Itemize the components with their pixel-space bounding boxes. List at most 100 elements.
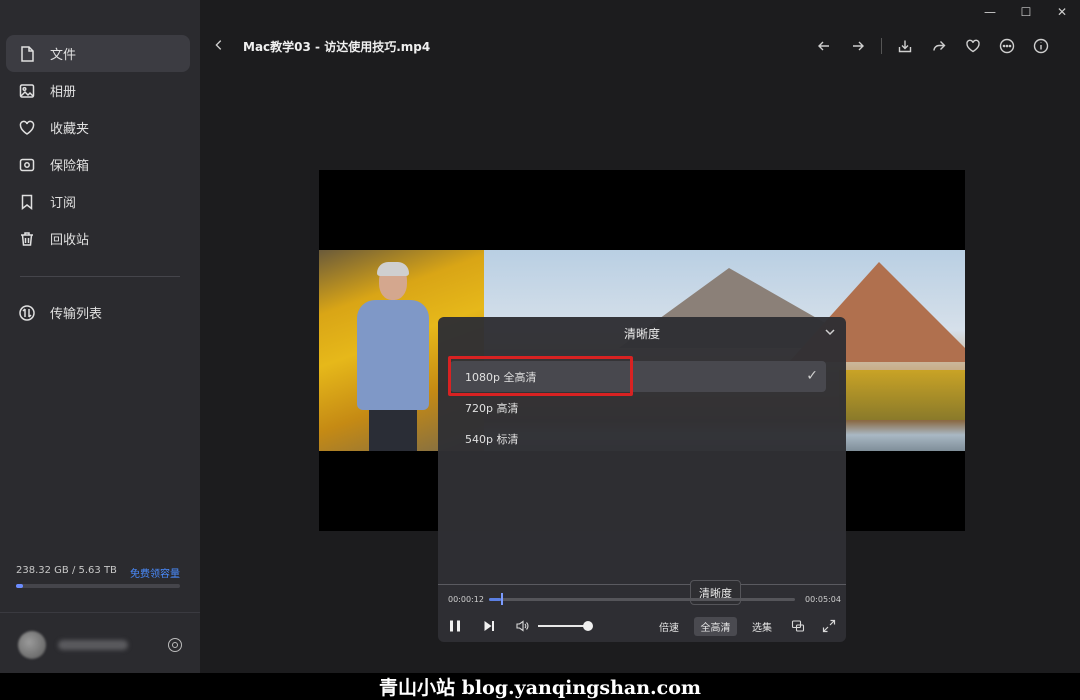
progress-handle[interactable] bbox=[501, 593, 503, 605]
panel-separator bbox=[438, 584, 846, 585]
volume-handle[interactable] bbox=[583, 621, 593, 631]
progress-bar[interactable] bbox=[489, 598, 795, 601]
speed-button[interactable]: 倍速 bbox=[655, 617, 683, 636]
username-blurred bbox=[58, 640, 128, 650]
skip-next-icon bbox=[484, 621, 494, 631]
trash-icon bbox=[18, 230, 36, 248]
favorite-button[interactable] bbox=[956, 35, 990, 57]
fullscreen-button[interactable] bbox=[821, 618, 837, 634]
sidebar-divider bbox=[20, 276, 180, 277]
storage-info: 238.32 GB / 5.63 TB 免费领容量 bbox=[16, 565, 180, 580]
total-time: 00:05:04 bbox=[805, 595, 841, 604]
presenter-hair bbox=[377, 262, 409, 276]
video-presenter bbox=[347, 262, 437, 451]
volume-button[interactable] bbox=[514, 618, 530, 634]
sidebar-item-trash[interactable]: 回收站 bbox=[6, 220, 190, 257]
sidebar-item-label: 文件 bbox=[50, 48, 77, 63]
episodes-button[interactable]: 选集 bbox=[748, 617, 776, 636]
volume-icon bbox=[516, 620, 529, 632]
upgrade-storage-link[interactable]: 免费领容量 bbox=[130, 565, 180, 580]
sidebar-item-files[interactable]: 文件 bbox=[6, 35, 190, 72]
maximize-button[interactable]: ☐ bbox=[1008, 0, 1044, 24]
bookmark-icon bbox=[18, 193, 36, 211]
sidebar-item-album[interactable]: 相册 bbox=[6, 72, 190, 109]
watermark-caption: 青山小站 blog.yanqingshan.com bbox=[0, 673, 1080, 700]
sidebar-item-transfer-list[interactable]: 传输列表 bbox=[6, 294, 190, 331]
check-icon: ✓ bbox=[806, 368, 818, 384]
quality-option-1080p[interactable]: 1080p 全高清 ✓ bbox=[450, 361, 826, 392]
collapse-panel-button[interactable] bbox=[824, 326, 836, 338]
sidebar-separator bbox=[0, 612, 200, 613]
pause-icon bbox=[450, 620, 460, 632]
download-button[interactable] bbox=[888, 35, 922, 57]
download-icon bbox=[898, 40, 912, 53]
info-icon bbox=[1033, 38, 1049, 54]
arrow-right-icon bbox=[853, 41, 864, 51]
settings-icon[interactable] bbox=[168, 638, 182, 652]
image-icon bbox=[18, 82, 36, 100]
current-time: 00:00:12 bbox=[448, 595, 484, 604]
quality-options: 1080p 全高清 ✓ 720p 高清 540p 标清 bbox=[450, 361, 826, 454]
chevron-down-icon bbox=[825, 329, 835, 336]
quality-option-label: 540p 标清 bbox=[465, 432, 519, 446]
share-button[interactable] bbox=[922, 35, 956, 57]
next-video-button[interactable] bbox=[481, 618, 497, 634]
info-button[interactable] bbox=[1024, 35, 1058, 57]
picture-in-picture-button[interactable] bbox=[790, 618, 806, 634]
quality-option-720p[interactable]: 720p 高清 bbox=[450, 392, 826, 423]
back-button[interactable] bbox=[212, 37, 228, 56]
pause-button[interactable] bbox=[447, 618, 463, 634]
sidebar-item-label: 相册 bbox=[50, 85, 77, 100]
quality-button[interactable]: 全高清 bbox=[694, 617, 737, 636]
fullscreen-icon bbox=[822, 619, 836, 633]
storage-bar-fill bbox=[16, 584, 23, 588]
sidebar-item-label: 回收站 bbox=[50, 233, 90, 248]
next-button[interactable] bbox=[841, 35, 875, 57]
video-trees bbox=[839, 370, 965, 420]
more-button[interactable] bbox=[990, 35, 1024, 57]
quality-panel: 清晰度 1080p 全高清 ✓ 720p 高清 540p 标清 bbox=[438, 317, 846, 642]
file-icon bbox=[18, 45, 36, 63]
quality-tooltip: 清晰度 bbox=[690, 580, 741, 605]
window-controls: — ☐ ✕ bbox=[972, 0, 1080, 24]
minimize-button[interactable]: — bbox=[972, 0, 1008, 24]
close-button[interactable]: ✕ bbox=[1044, 0, 1080, 24]
sidebar-item-label: 订阅 bbox=[50, 196, 77, 211]
safe-icon bbox=[18, 156, 36, 174]
pip-icon bbox=[791, 620, 805, 632]
chevron-left-icon bbox=[215, 39, 222, 50]
sidebar-item-label: 收藏夹 bbox=[50, 122, 90, 137]
more-icon bbox=[999, 38, 1015, 54]
sidebar-transfer: 传输列表 bbox=[6, 294, 190, 331]
transfer-icon bbox=[18, 304, 36, 322]
quality-option-label: 1080p 全高清 bbox=[465, 370, 537, 384]
sidebar: 文件 相册 收藏夹 保险箱 订阅 回收站 传输列表 238.32 GB / 5.… bbox=[0, 0, 200, 673]
storage-used: 238.32 GB / 5.63 TB bbox=[16, 565, 117, 576]
storage-bar bbox=[16, 584, 180, 588]
quality-option-540p[interactable]: 540p 标清 bbox=[450, 423, 826, 454]
avatar[interactable] bbox=[18, 631, 46, 659]
quality-panel-header: 清晰度 bbox=[438, 317, 846, 349]
sidebar-nav: 文件 相册 收藏夹 保险箱 订阅 回收站 bbox=[6, 35, 190, 257]
previous-button[interactable] bbox=[807, 35, 841, 57]
heart-icon bbox=[966, 39, 980, 53]
sidebar-item-label: 保险箱 bbox=[50, 159, 90, 174]
header-actions bbox=[807, 35, 1058, 57]
quality-option-label: 720p 高清 bbox=[465, 401, 519, 415]
actions-separator bbox=[881, 38, 882, 54]
file-title: Mac教学03 - 访达使用技巧.mp4 bbox=[243, 39, 431, 54]
app-window: 文件 相册 收藏夹 保险箱 订阅 回收站 传输列表 238.32 GB / 5.… bbox=[0, 0, 1080, 700]
quality-panel-title: 清晰度 bbox=[623, 326, 660, 341]
arrow-left-icon bbox=[818, 41, 829, 51]
sidebar-item-favorites[interactable]: 收藏夹 bbox=[6, 109, 190, 146]
share-icon bbox=[933, 41, 946, 51]
sidebar-item-safe[interactable]: 保险箱 bbox=[6, 146, 190, 183]
sidebar-item-subscriptions[interactable]: 订阅 bbox=[6, 183, 190, 220]
header-bar: Mac教学03 - 访达使用技巧.mp4 bbox=[200, 24, 1080, 68]
user-profile[interactable] bbox=[18, 628, 182, 662]
presenter-body bbox=[357, 300, 429, 410]
sidebar-item-label: 传输列表 bbox=[50, 307, 103, 322]
volume-slider[interactable] bbox=[538, 625, 588, 627]
presenter-legs bbox=[369, 410, 417, 451]
heart-icon bbox=[18, 119, 36, 137]
